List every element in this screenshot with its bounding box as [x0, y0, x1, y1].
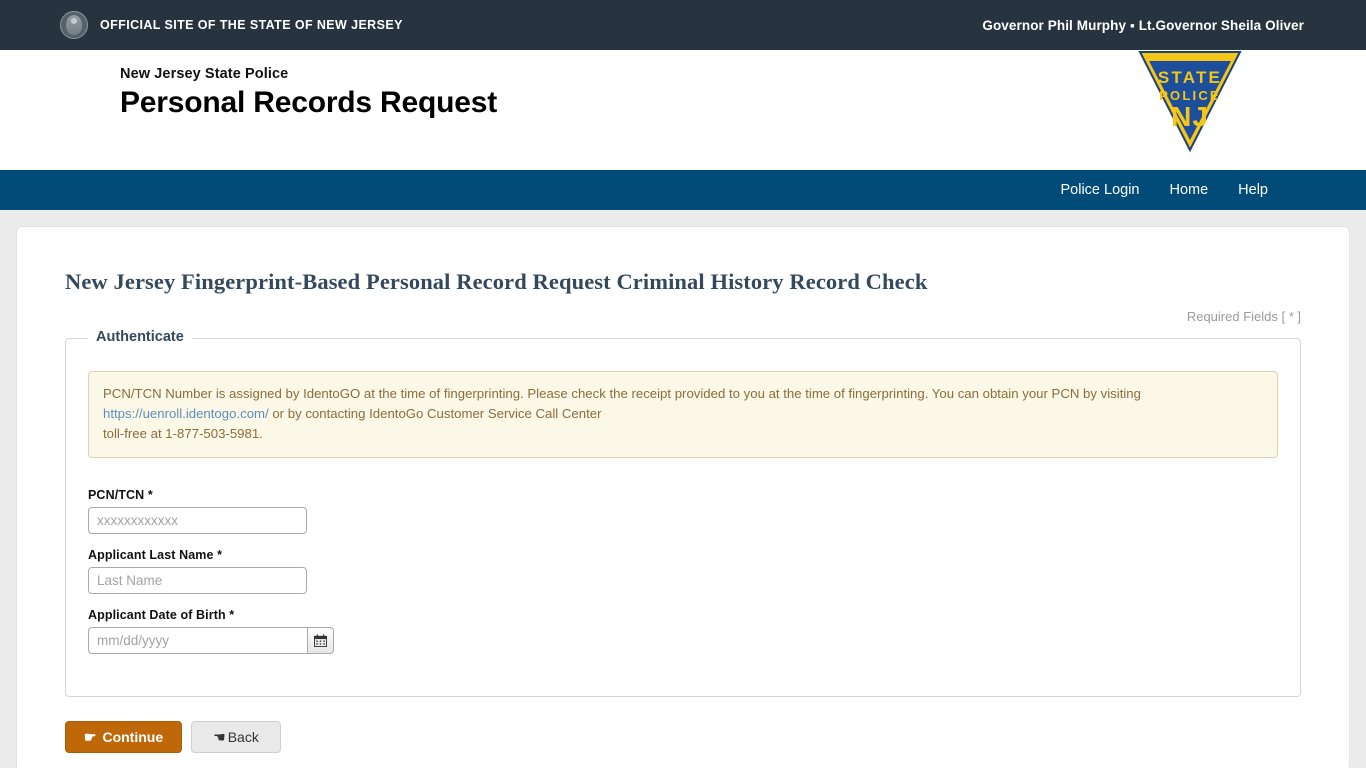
required-fields-note: Required Fields [ * ] [1186, 309, 1301, 324]
applicant-date-of-birth-label: Applicant Date of Birth * [88, 608, 235, 622]
main-navigation: Police Login Home Help [0, 170, 1366, 210]
authenticate-form: PCN/TCN * Applicant Last Name * Applican… [88, 488, 1278, 654]
pcn-info-alert: PCN/TCN Number is assigned by IdentoGO a… [88, 371, 1278, 458]
applicant-last-name-input[interactable] [88, 567, 307, 594]
authenticate-fieldset: Authenticate PCN/TCN Number is assigned … [65, 329, 1301, 697]
identogo-enrollment-link[interactable]: https://uenroll.identogo.com/ [103, 406, 269, 421]
authenticate-legend: Authenticate [88, 329, 192, 345]
dob-field-block: Applicant Date of Birth * [88, 608, 1278, 654]
nj-state-seal-icon [60, 11, 88, 39]
pcn-tcn-label: PCN/TCN * [88, 488, 153, 502]
alert-text-before-link: PCN/TCN Number is assigned by IdentoGO a… [103, 386, 1141, 401]
nav-home[interactable]: Home [1169, 182, 1208, 198]
section-heading: New Jersey Fingerprint-Based Personal Re… [65, 269, 928, 294]
form-actions: ☛ Continue ☚ Back [65, 721, 1325, 753]
page-title: Personal Records Request [120, 86, 497, 119]
date-of-birth-input-group [88, 627, 1278, 654]
alert-text-line3: toll-free at 1-877-503-5981. [103, 426, 263, 441]
agency-name: New Jersey State Police [120, 66, 289, 82]
applicant-last-name-label: Applicant Last Name * [88, 548, 223, 562]
pointing-hand-right-icon: ☛ [83, 729, 97, 745]
official-site-label: OFFICIAL SITE OF THE STATE OF NEW JERSEY [100, 18, 403, 32]
calendar-icon [314, 634, 327, 647]
last-name-field-block: Applicant Last Name * [88, 548, 1278, 594]
pointing-hand-left-icon: ☚ [213, 729, 226, 745]
masthead: New Jersey State Police Personal Records… [0, 50, 1366, 170]
nj-state-police-triangle-logo: STATE POLICE NJ [1134, 44, 1246, 156]
applicant-date-of-birth-input[interactable] [88, 627, 307, 654]
pcn-tcn-field-block: PCN/TCN * [88, 488, 1278, 534]
governor-label: Governor Phil Murphy ▪ Lt.Governor Sheil… [982, 17, 1304, 33]
continue-button[interactable]: ☛ Continue [65, 721, 182, 753]
calendar-picker-button[interactable] [307, 627, 334, 654]
pcn-tcn-input[interactable] [88, 507, 307, 534]
nav-police-login[interactable]: Police Login [1060, 182, 1139, 198]
content-card: New Jersey Fingerprint-Based Personal Re… [16, 226, 1350, 768]
back-button-label: Back [227, 729, 259, 745]
continue-button-label: Continue [102, 729, 164, 745]
logo-line-1: STATE [1158, 68, 1222, 87]
alert-text-after-link: or by contacting IdentoGo Customer Servi… [268, 406, 602, 421]
logo-line-3: NJ [1171, 101, 1209, 132]
nav-help[interactable]: Help [1238, 182, 1268, 198]
back-button[interactable]: ☚ Back [191, 721, 281, 753]
state-official-bar: OFFICIAL SITE OF THE STATE OF NEW JERSEY… [0, 0, 1366, 50]
state-seal-wrap: OFFICIAL SITE OF THE STATE OF NEW JERSEY [60, 11, 403, 39]
